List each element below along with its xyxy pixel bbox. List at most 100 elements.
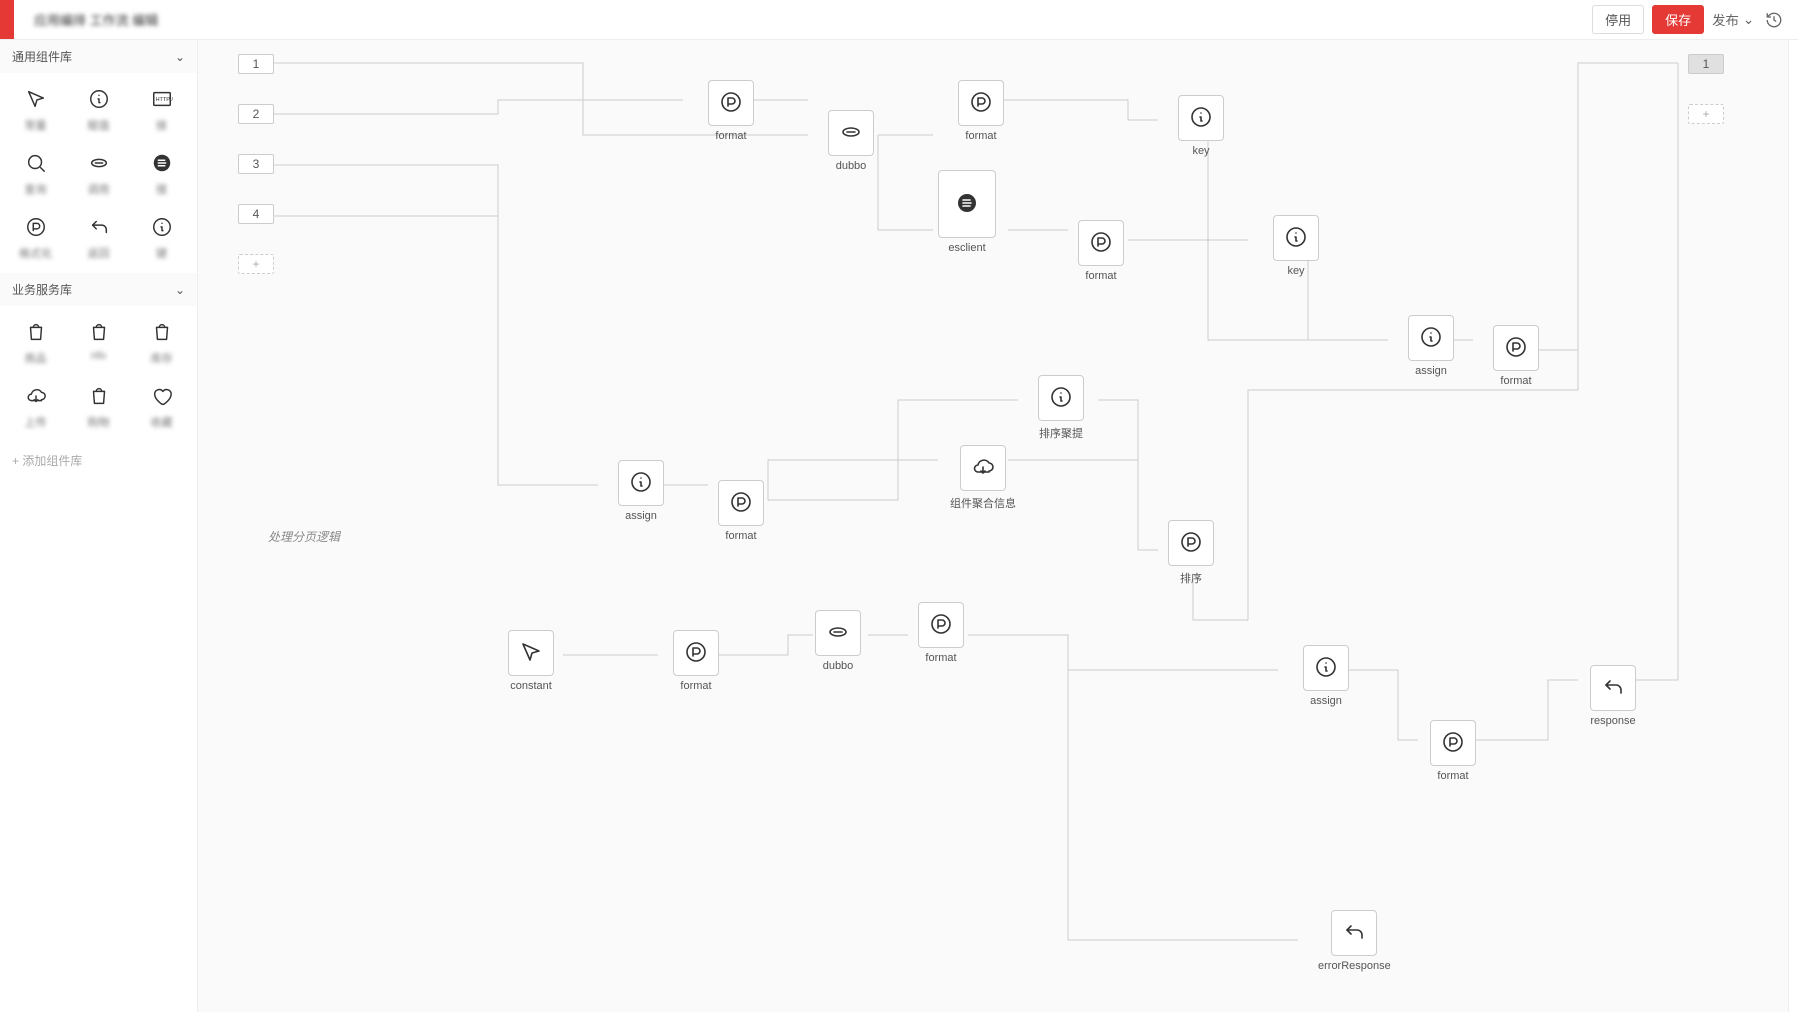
component-item[interactable]: 调用 bbox=[67, 141, 130, 205]
stop-button[interactable]: 停用 bbox=[1592, 5, 1644, 34]
sidebar-section-common[interactable]: 通用组件库 ⌄ bbox=[0, 40, 197, 73]
component-item[interactable]: 返回 bbox=[67, 205, 130, 269]
info-icon bbox=[148, 213, 176, 241]
component-item[interactable]: 格式化 bbox=[4, 205, 67, 269]
node-assign[interactable]: assign bbox=[1408, 315, 1454, 377]
sidebar-section-business[interactable]: 业务服务库 ⌄ bbox=[0, 273, 197, 306]
node-esclient[interactable]: esclient bbox=[938, 170, 996, 254]
link-icon bbox=[85, 149, 113, 177]
format-icon bbox=[1089, 230, 1113, 257]
component-item[interactable]: nfo bbox=[67, 310, 130, 374]
component-label: 上传 bbox=[25, 414, 47, 430]
back-icon bbox=[85, 213, 113, 241]
info-icon bbox=[1049, 385, 1073, 412]
component-grid-common: 常量 赋值 HTTP://接查询 调用 搜格式化 返回 键 bbox=[0, 73, 197, 273]
chevron-down-icon: ⌄ bbox=[175, 283, 185, 297]
component-label: 查询 bbox=[25, 181, 47, 197]
component-item[interactable]: 赋值 bbox=[67, 77, 130, 141]
brand-stripe bbox=[0, 0, 14, 39]
cloud-icon bbox=[971, 455, 995, 482]
node-format[interactable]: format bbox=[918, 602, 964, 664]
header-actions: 停用 保存 发布 ⌄ bbox=[1592, 5, 1798, 34]
component-label: nfo bbox=[91, 350, 106, 362]
node-format[interactable]: format bbox=[708, 80, 754, 142]
format-icon bbox=[1504, 335, 1528, 362]
page-title: 应用编排 工作流 编辑 bbox=[14, 10, 178, 29]
format-icon bbox=[22, 213, 50, 241]
component-label: 购物 bbox=[88, 414, 110, 430]
add-output-port[interactable]: + bbox=[1688, 104, 1724, 124]
node-format[interactable]: format bbox=[1430, 720, 1476, 782]
node-format[interactable]: format bbox=[673, 630, 719, 692]
node-response[interactable]: response bbox=[1590, 665, 1636, 727]
component-item[interactable]: HTTP://接 bbox=[130, 77, 193, 141]
component-item[interactable]: 键 bbox=[130, 205, 193, 269]
add-library-button[interactable]: + 添加组件库 bbox=[0, 442, 197, 479]
component-item[interactable]: 库存 bbox=[130, 310, 193, 374]
component-item[interactable]: 常量 bbox=[4, 77, 67, 141]
component-label: 库存 bbox=[151, 350, 173, 366]
input-port-2[interactable]: 2 bbox=[238, 104, 274, 124]
node-error-response[interactable]: errorResponse bbox=[1318, 910, 1391, 972]
node-format[interactable]: format bbox=[958, 80, 1004, 142]
component-item[interactable]: 商品 bbox=[4, 310, 67, 374]
component-item[interactable]: 查询 bbox=[4, 141, 67, 205]
cloud-icon bbox=[22, 382, 50, 410]
info-icon bbox=[629, 470, 653, 497]
info-icon bbox=[1284, 225, 1308, 252]
cursor-icon bbox=[22, 85, 50, 113]
eclient-icon bbox=[955, 191, 979, 218]
node-sort[interactable]: 排序 bbox=[1168, 520, 1214, 586]
bag-icon bbox=[22, 318, 50, 346]
node-assign[interactable]: assign bbox=[618, 460, 664, 522]
format-icon bbox=[969, 90, 993, 117]
node-key[interactable]: key bbox=[1273, 215, 1319, 277]
annotation: 处理分页逻辑 bbox=[268, 528, 340, 545]
cursor-icon bbox=[519, 640, 543, 667]
node-constant[interactable]: constant bbox=[508, 630, 554, 692]
add-input-port[interactable]: + bbox=[238, 254, 274, 274]
heart-icon bbox=[148, 382, 176, 410]
format-icon bbox=[1441, 730, 1465, 757]
publish-button[interactable]: 发布 ⌄ bbox=[1712, 10, 1754, 29]
node-format[interactable]: format bbox=[1078, 220, 1124, 282]
bag-icon bbox=[148, 318, 176, 346]
component-label: 接 bbox=[156, 117, 167, 133]
output-port-1[interactable]: 1 bbox=[1688, 54, 1724, 74]
input-port-3[interactable]: 3 bbox=[238, 154, 274, 174]
node-key[interactable]: key bbox=[1178, 95, 1224, 157]
link-icon bbox=[826, 620, 850, 647]
connectors bbox=[198, 40, 1798, 1012]
component-label: 常量 bbox=[25, 117, 47, 133]
link-icon bbox=[839, 120, 863, 147]
component-label: 赋值 bbox=[88, 117, 110, 133]
node-assign[interactable]: assign bbox=[1303, 645, 1349, 707]
info-icon bbox=[1314, 655, 1338, 682]
node-sort-agg[interactable]: 排序聚提 bbox=[1038, 375, 1084, 441]
node-dubbo[interactable]: dubbo bbox=[828, 110, 874, 172]
header: 应用编排 工作流 编辑 停用 保存 发布 ⌄ bbox=[0, 0, 1798, 40]
component-label: 调用 bbox=[88, 181, 110, 197]
node-format[interactable]: format bbox=[1493, 325, 1539, 387]
component-label: 格式化 bbox=[19, 245, 52, 261]
right-panel bbox=[1788, 40, 1798, 1012]
input-port-1[interactable]: 1 bbox=[238, 54, 274, 74]
node-dubbo[interactable]: dubbo bbox=[815, 610, 861, 672]
node-comp-agg[interactable]: 组件聚合信息 bbox=[950, 445, 1016, 511]
component-label: 返回 bbox=[88, 245, 110, 261]
component-item[interactable]: 购物 bbox=[67, 374, 130, 438]
format-icon bbox=[684, 640, 708, 667]
component-item[interactable]: 上传 bbox=[4, 374, 67, 438]
component-label: 键 bbox=[156, 245, 167, 261]
component-item[interactable]: 收藏 bbox=[130, 374, 193, 438]
bag-icon bbox=[85, 382, 113, 410]
node-format[interactable]: format bbox=[718, 480, 764, 542]
info-icon bbox=[85, 85, 113, 113]
history-icon[interactable] bbox=[1762, 8, 1786, 32]
save-button[interactable]: 保存 bbox=[1652, 5, 1704, 34]
chevron-down-icon: ⌄ bbox=[1743, 12, 1754, 28]
component-item[interactable]: 搜 bbox=[130, 141, 193, 205]
input-port-4[interactable]: 4 bbox=[238, 204, 274, 224]
back-icon bbox=[1601, 675, 1625, 702]
canvas[interactable]: 1 2 3 4 + 1 + 处理分页逻辑 format dubbo format… bbox=[198, 40, 1798, 1012]
